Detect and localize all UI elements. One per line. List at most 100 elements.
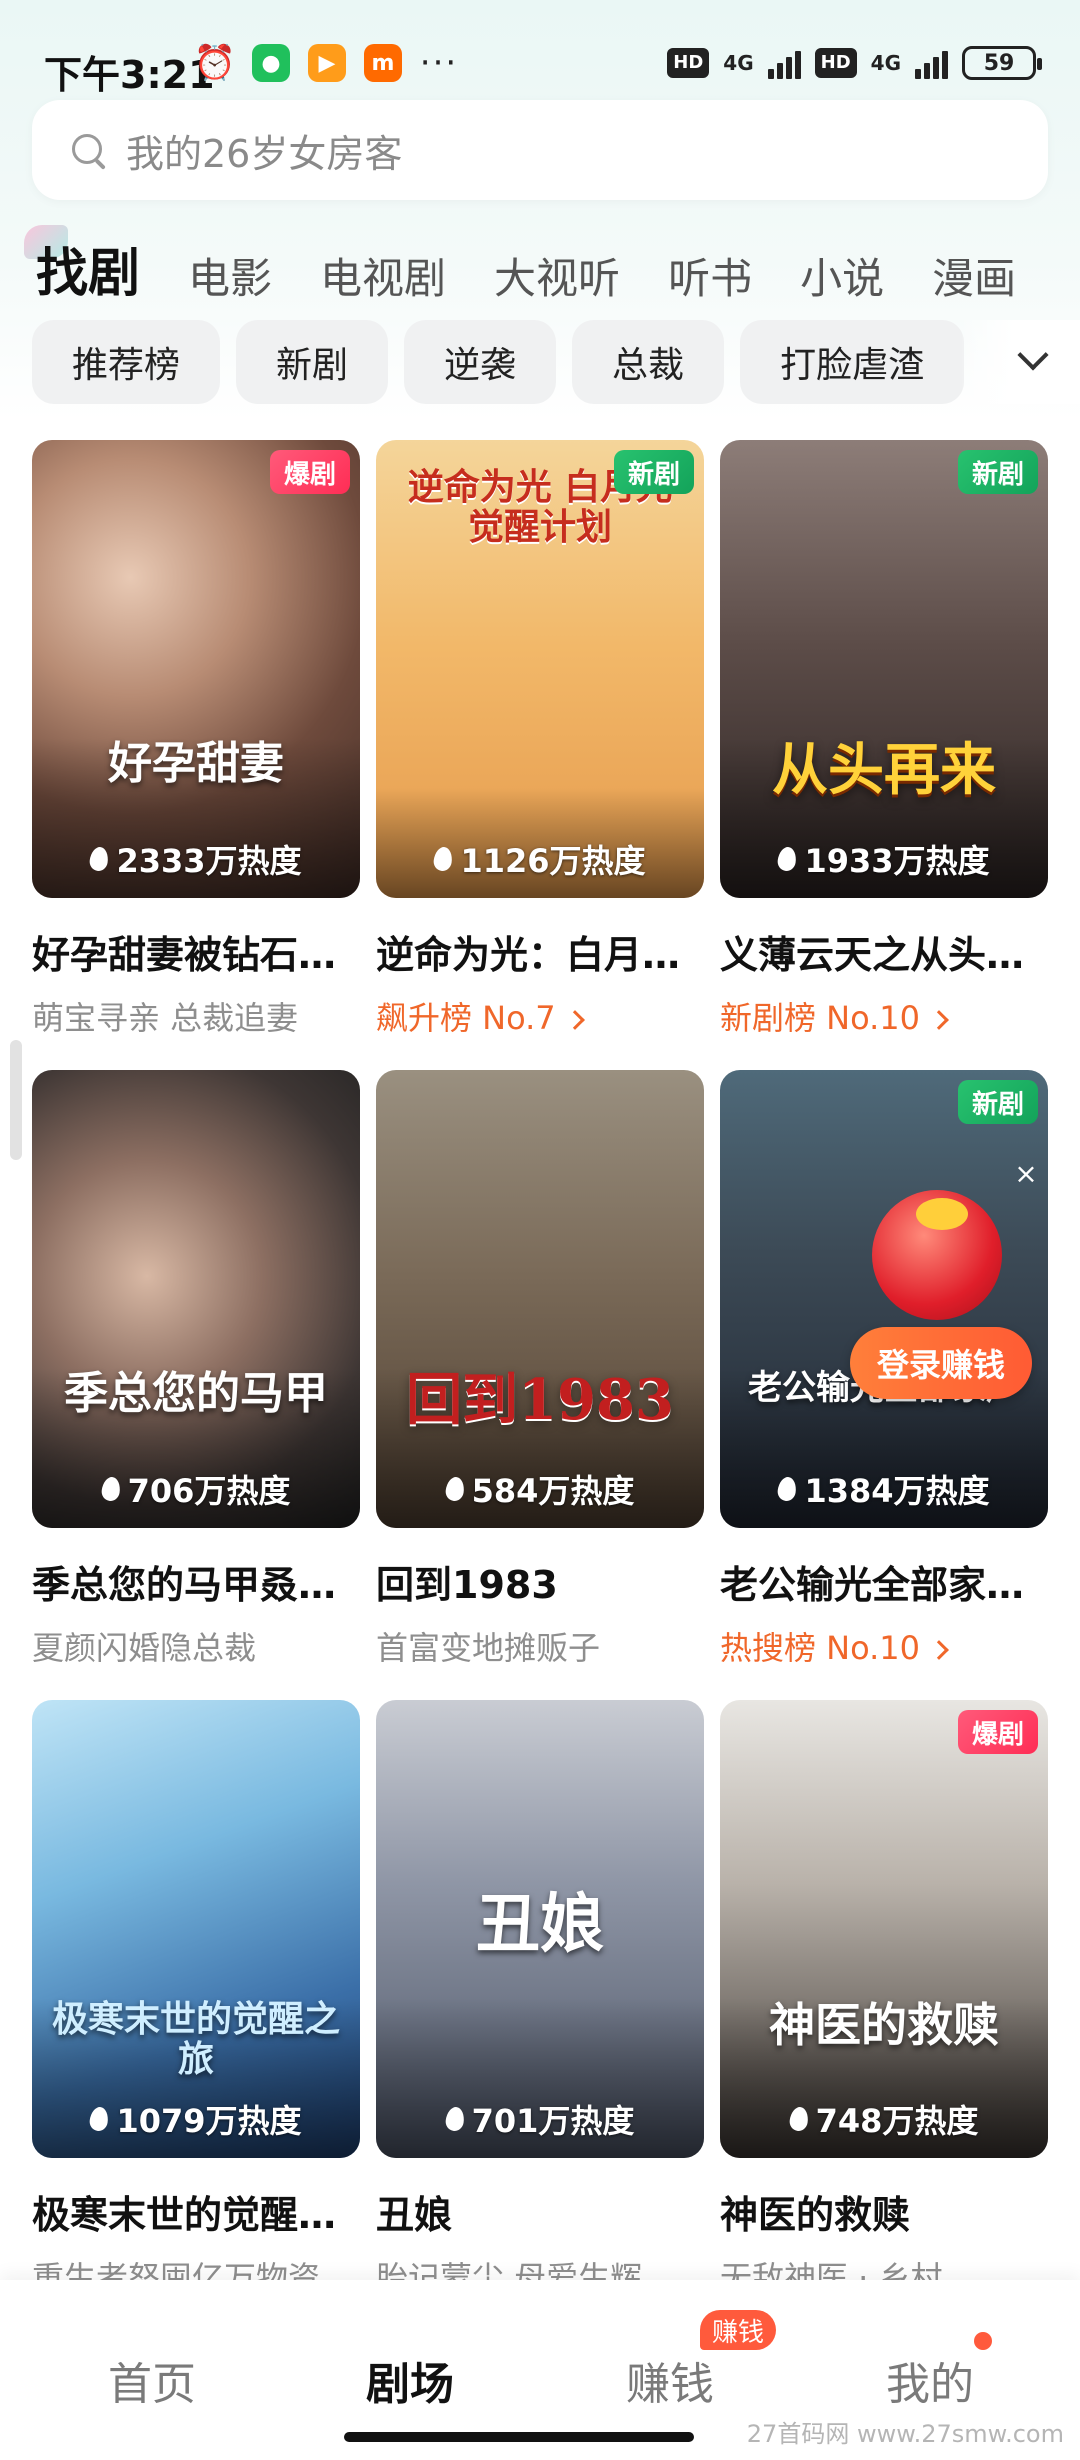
- poster-title: 丑娘: [476, 1887, 604, 1962]
- coin-icon: [916, 1198, 968, 1230]
- card-title[interactable]: 逆命为光：白月…: [376, 924, 704, 979]
- poster-title: 神医的救赎: [769, 1998, 999, 2052]
- heat-count: 1126万热度: [376, 836, 704, 882]
- signal-icon: [767, 47, 801, 79]
- status-app-icons: ⏰ ● ▶ m ···: [193, 43, 459, 83]
- earn-badge: 赚钱: [700, 2310, 777, 2350]
- card-title[interactable]: 老公输光全部家…: [720, 1554, 1048, 1609]
- tab-novel[interactable]: 小说: [800, 245, 884, 306]
- search-placeholder: 我的26岁女房客: [126, 131, 403, 176]
- tab-tv-series[interactable]: 电视剧: [320, 245, 446, 306]
- hot-badge: 爆剧: [957, 1710, 1038, 1754]
- network-type: 4G: [723, 51, 754, 75]
- card-subtitle: 首富变地摊贩子: [376, 1629, 601, 1667]
- flame-icon: [788, 2105, 810, 2133]
- poster[interactable]: 好孕甜妻 爆剧 2333万热度: [32, 440, 360, 898]
- nav-profile[interactable]: 我的: [886, 2348, 974, 2412]
- poster-title: 回到1983: [406, 1367, 674, 1433]
- poster[interactable]: 逆命为光 白月光觉醒计划 新剧 1126万热度: [376, 440, 704, 898]
- battery-level: 59: [983, 50, 1015, 76]
- chevron-right-icon: [564, 1010, 585, 1030]
- card-subtitle: 夏颜闪婚隐总裁: [32, 1629, 257, 1667]
- nav-earn[interactable]: 赚钱: [626, 2348, 714, 2412]
- chip-ceo[interactable]: 总裁: [572, 320, 725, 404]
- drama-card[interactable]: 回到1983 584万热度 回到1983 首富变地摊贩子: [376, 1070, 704, 1700]
- drama-card[interactable]: 好孕甜妻 爆剧 2333万热度 好孕甜妻被钻石… 萌宝寻亲 总裁追妻: [32, 440, 360, 1070]
- category-tabs: 找剧 电影 电视剧 大视听 听书 小说 漫画: [23, 225, 1064, 306]
- edge-handle[interactable]: [10, 1040, 22, 1160]
- card-subtitle: 萌宝寻亲 总裁追妻: [32, 999, 299, 1037]
- card-title[interactable]: 义薄云天之从头…: [720, 924, 1048, 979]
- nav-home[interactable]: 首页: [108, 2348, 196, 2412]
- card-title[interactable]: 丑娘: [376, 2184, 704, 2239]
- poster-title: 极寒末世的觉醒之旅: [51, 1998, 340, 2080]
- mi-icon: m: [364, 44, 402, 82]
- login-earn-button[interactable]: 登录赚钱: [850, 1327, 1032, 1399]
- battery-icon: 59: [962, 46, 1042, 80]
- drama-card[interactable]: 老公输光全部家产 新剧 × 登录赚钱 1384万热度 老公输光全部家… 热搜榜 …: [720, 1070, 1048, 1700]
- chips-fade: [960, 320, 1080, 404]
- more-dots-icon: ···: [419, 43, 459, 83]
- flame-icon: [444, 1475, 466, 1503]
- search-icon: [68, 130, 108, 170]
- drama-card[interactable]: 季总您的马甲 706万热度 季总您的马甲叒… 夏颜闪婚隐总裁: [32, 1070, 360, 1700]
- flame-icon: [88, 845, 111, 873]
- poster[interactable]: 极寒末世的觉醒之旅 1079万热度: [32, 1700, 360, 2158]
- tab-audiobook[interactable]: 听书: [668, 245, 752, 306]
- close-icon[interactable]: ×: [1012, 1160, 1040, 1188]
- flame-icon: [444, 2105, 466, 2133]
- rank-link[interactable]: 新剧榜 No.10: [720, 993, 1048, 1039]
- poster[interactable]: 从头再来 新剧 1933万热度: [720, 440, 1048, 898]
- tab-movie[interactable]: 电影: [188, 245, 272, 306]
- card-title[interactable]: 回到1983: [376, 1554, 704, 1609]
- drama-card[interactable]: 丑娘 701万热度 丑娘 胎记蒙尘 母爱生辉: [376, 1700, 704, 2330]
- filter-chips: 推荐榜 新剧 逆袭 总裁 打脸虐渣: [32, 320, 1048, 404]
- drama-card[interactable]: 神医的救赎 爆剧 748万热度 神医的救赎 无敌神医 · 乡村: [720, 1700, 1048, 2330]
- poster[interactable]: 季总您的马甲 706万热度: [32, 1070, 360, 1528]
- search-bar[interactable]: 我的26岁女房客: [32, 100, 1048, 200]
- home-indicator[interactable]: [344, 2432, 694, 2442]
- alarm-icon: ⏰: [193, 43, 237, 83]
- poster[interactable]: 回到1983 584万热度: [376, 1070, 704, 1528]
- network-type: 4G: [870, 51, 901, 75]
- rank-link[interactable]: 飙升榜 No.7: [376, 993, 704, 1039]
- poster[interactable]: 神医的救赎 爆剧 748万热度: [720, 1700, 1048, 2158]
- tab-find-drama[interactable]: 找剧: [23, 225, 140, 306]
- heat-count: 584万热度: [376, 1466, 704, 1512]
- wechat-icon: ●: [252, 44, 290, 82]
- card-title[interactable]: 好孕甜妻被钻石…: [32, 924, 360, 979]
- signal-icon: [915, 47, 948, 79]
- hd-icon: HD: [814, 48, 857, 78]
- poster-title: 好孕甜妻: [108, 738, 284, 789]
- heat-count: 2333万热度: [32, 836, 360, 882]
- drama-card[interactable]: 极寒末世的觉醒之旅 1079万热度 极寒末世的觉醒… 重生者怒囤亿万物资: [32, 1700, 360, 2330]
- chip-revenge[interactable]: 打脸虐渣: [740, 320, 965, 404]
- status-system-icons: HD 4G HD 4G 59: [667, 46, 1042, 80]
- heat-count: 1079万热度: [32, 2096, 360, 2142]
- heat-count: 1933万热度: [720, 836, 1048, 882]
- drama-card[interactable]: 从头再来 新剧 1933万热度 义薄云天之从头… 新剧榜 No.10: [720, 440, 1048, 1070]
- poster[interactable]: 老公输光全部家产 新剧 × 登录赚钱 1384万热度: [720, 1070, 1048, 1528]
- hot-badge: 爆剧: [269, 450, 350, 494]
- poster[interactable]: 丑娘 701万热度: [376, 1700, 704, 2158]
- drama-grid: 好孕甜妻 爆剧 2333万热度 好孕甜妻被钻石… 萌宝寻亲 总裁追妻 逆命为光 …: [32, 440, 1048, 2330]
- heat-count: 748万热度: [720, 2096, 1048, 2142]
- poster-title: 季总您的马甲: [64, 1368, 328, 1419]
- card-title[interactable]: 极寒末世的觉醒…: [32, 2184, 360, 2239]
- new-badge: 新剧: [613, 450, 694, 494]
- drama-card[interactable]: 逆命为光 白月光觉醒计划 新剧 1126万热度 逆命为光：白月… 飙升榜 No.…: [376, 440, 704, 1070]
- heat-count: 706万热度: [32, 1466, 360, 1512]
- tab-comic[interactable]: 漫画: [932, 245, 1016, 306]
- new-badge: 新剧: [957, 450, 1038, 494]
- tab-audio-visual[interactable]: 大视听: [494, 245, 620, 306]
- chip-recommend-rank[interactable]: 推荐榜: [32, 320, 221, 404]
- chevron-right-icon: [929, 1010, 949, 1030]
- rank-link[interactable]: 热搜榜 No.10: [720, 1623, 1048, 1669]
- chip-comeback[interactable]: 逆袭: [404, 320, 557, 404]
- video-app-icon: ▶: [308, 44, 346, 82]
- nav-theater[interactable]: 剧场: [366, 2348, 454, 2412]
- card-title[interactable]: 季总您的马甲叒…: [32, 1554, 360, 1609]
- chip-new-drama[interactable]: 新剧: [236, 320, 389, 404]
- card-title[interactable]: 神医的救赎: [720, 2184, 1048, 2239]
- notification-dot: [974, 2332, 992, 2350]
